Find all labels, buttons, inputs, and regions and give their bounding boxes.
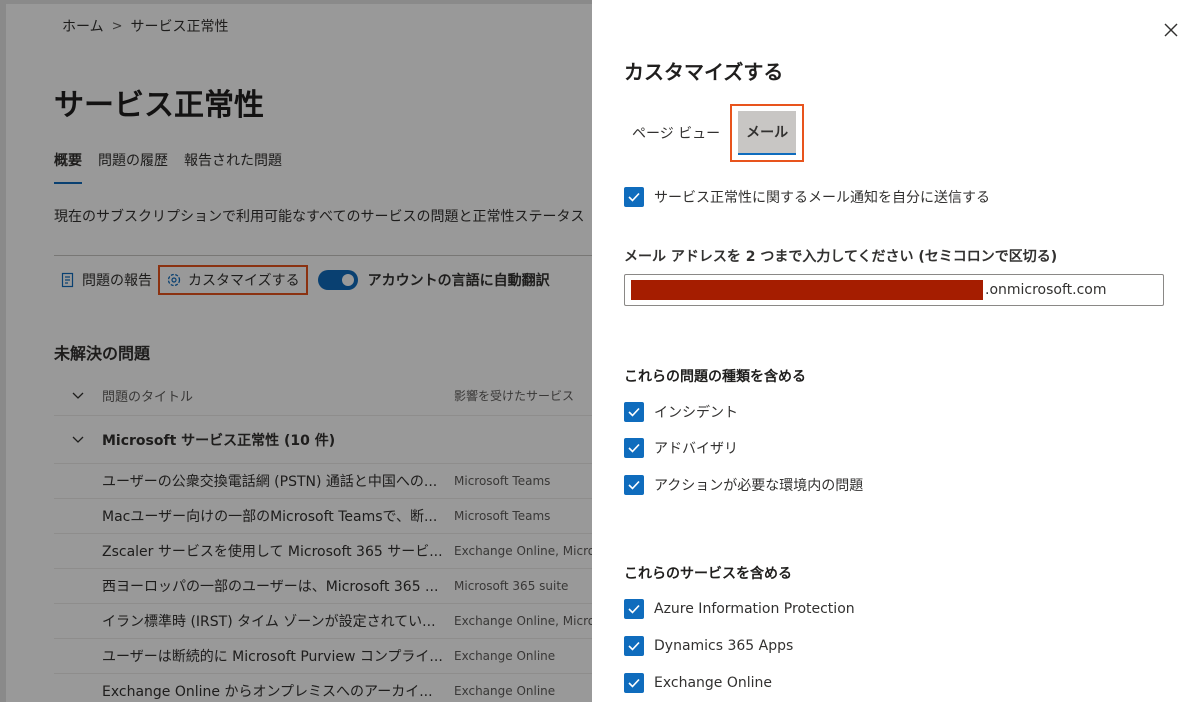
email-field-label: メール アドレスを 2 つまで入力してください (セミコロンで区切る): [624, 249, 1058, 265]
issue-type-row[interactable]: アドバイザリ: [624, 438, 738, 458]
incident-label: インシデント: [654, 405, 738, 421]
modal-overlay[interactable]: [0, 0, 592, 702]
mail-tab-highlight: メール: [730, 104, 805, 162]
send-mail-checkbox-row[interactable]: サービス正常性に関するメール通知を自分に送信する: [624, 187, 990, 207]
services-heading: これらのサービスを含める: [624, 566, 792, 582]
action-required-checkbox[interactable]: [624, 475, 644, 495]
exchange-checkbox[interactable]: [624, 673, 644, 693]
azure-ip-checkbox[interactable]: [624, 599, 644, 619]
issue-types-heading: これらの問題の種類を含める: [624, 369, 806, 385]
close-button[interactable]: [1163, 22, 1179, 38]
service-row[interactable]: Dynamics 365 Apps: [624, 636, 793, 656]
panel-tabs: ページ ビュー メール: [624, 104, 805, 162]
dynamics-checkbox[interactable]: [624, 636, 644, 656]
issue-type-row[interactable]: アクションが必要な環境内の問題: [624, 475, 863, 495]
action-required-label: アクションが必要な環境内の問題: [654, 478, 864, 494]
dynamics-label: Dynamics 365 Apps: [654, 638, 794, 654]
close-icon: [1163, 23, 1179, 42]
tab-mail[interactable]: メール: [738, 111, 797, 155]
send-mail-checkbox[interactable]: [624, 187, 644, 207]
exchange-label: Exchange Online: [654, 675, 773, 691]
advisory-checkbox[interactable]: [624, 438, 644, 458]
incident-checkbox[interactable]: [624, 402, 644, 422]
email-suffix: .onmicrosoft.com: [985, 282, 1107, 298]
azure-ip-label: Azure Information Protection: [654, 601, 855, 617]
tab-page-view[interactable]: ページ ビュー: [624, 105, 728, 161]
redacted-email: [631, 280, 983, 300]
panel-title: カスタマイズする: [624, 60, 784, 84]
advisory-label: アドバイザリ: [654, 441, 738, 457]
email-field[interactable]: .onmicrosoft.com: [624, 274, 1164, 306]
send-mail-label: サービス正常性に関するメール通知を自分に送信する: [654, 190, 990, 206]
issue-type-row[interactable]: インシデント: [624, 402, 738, 422]
service-row[interactable]: Exchange Online: [624, 673, 772, 693]
service-row[interactable]: Azure Information Protection: [624, 599, 855, 619]
